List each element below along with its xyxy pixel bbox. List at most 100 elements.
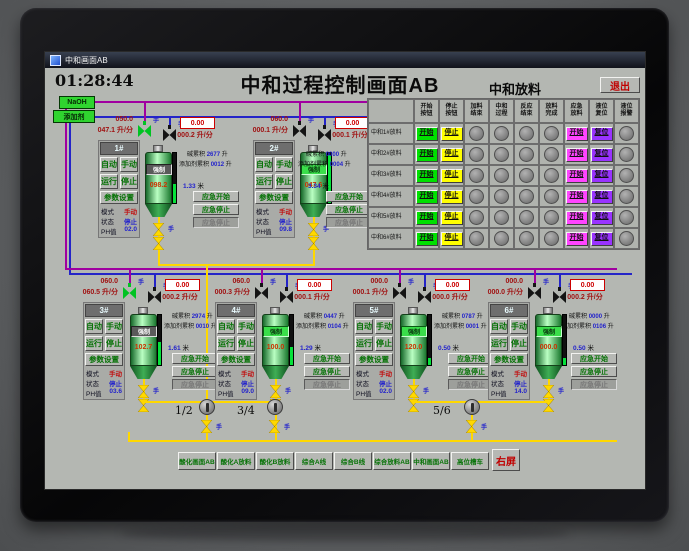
info-value: 停止 <box>379 381 392 388</box>
emergency-stop-button[interactable]: 应急停止 <box>571 366 617 377</box>
run-button[interactable]: 运行 <box>85 336 103 351</box>
auto-button[interactable]: 自动 <box>85 319 103 334</box>
stop-button[interactable]: 停止 <box>237 336 255 351</box>
run-button[interactable]: 运行 <box>490 336 508 351</box>
manual-button[interactable]: 手动 <box>120 157 138 172</box>
reactor-control-panel: 2# 自动 手动 运行 停止 参数设置 模式 手动 状态 停止 PH值 09.8 <box>253 140 295 238</box>
start-button[interactable]: 开始 <box>415 126 438 141</box>
emergency-start-button[interactable]: 应急开始 <box>571 353 617 364</box>
info-label: 模式 <box>356 371 369 378</box>
tank-level-text: 1.29 米 <box>300 342 321 352</box>
table-row: 中和1#放料 开始 停止 开始 复位 <box>368 123 639 144</box>
start-button[interactable]: 开始 <box>415 189 438 204</box>
stop-button[interactable]: 停止 <box>440 126 463 141</box>
nav-button[interactable]: 综合放料AB <box>373 452 411 470</box>
manual-button[interactable]: 手动 <box>510 319 528 334</box>
nav-button[interactable]: 酸化A放料 <box>217 452 255 470</box>
level-reset-button[interactable]: 复位 <box>590 168 613 183</box>
emergency-discharge-button[interactable]: 开始 <box>565 231 588 246</box>
discharge-valve-icon[interactable] <box>307 236 320 251</box>
emergency-discharge-button[interactable]: 开始 <box>565 189 588 204</box>
manual-button[interactable]: 手动 <box>275 157 293 172</box>
naoh-valve-icon[interactable] <box>528 283 541 299</box>
naoh-valve-icon[interactable] <box>138 121 151 137</box>
tank-body <box>262 314 289 366</box>
level-reset-button[interactable]: 复位 <box>590 210 613 225</box>
emergency-stop-button[interactable]: 应急停止 <box>326 204 372 215</box>
header-line2: 报警 <box>620 111 633 117</box>
emergency-stop-button-disabled[interactable]: 应急停止 <box>326 217 372 228</box>
level-reset-button[interactable]: 复位 <box>590 189 613 204</box>
emergency-start-button[interactable]: 应急开始 <box>326 191 372 202</box>
nav-button[interactable]: 中和画面AB <box>412 452 450 470</box>
tank-level-text: 3.34 米 <box>308 180 329 190</box>
nav-button[interactable]: 综合B线 <box>334 452 372 470</box>
manual-valve-label: 手 <box>408 280 415 286</box>
run-button[interactable]: 运行 <box>355 336 373 351</box>
stop-button[interactable]: 停止 <box>275 174 293 189</box>
level-reset-button[interactable]: 复位 <box>590 147 613 162</box>
nav-button[interactable]: 酸化画面AB <box>178 452 216 470</box>
stop-button[interactable]: 停止 <box>440 147 463 162</box>
emergency-discharge-button[interactable]: 开始 <box>565 168 588 183</box>
additive-flow-setpoint: 0.00 <box>335 117 370 129</box>
manual-button[interactable]: 手动 <box>105 319 123 334</box>
flow-unit: 升/分 <box>586 294 603 301</box>
stop-button[interactable]: 停止 <box>440 168 463 183</box>
manual-button[interactable]: 手动 <box>375 319 393 334</box>
manual-button[interactable]: 手动 <box>237 319 255 334</box>
params-button[interactable]: 参数设置 <box>85 353 123 366</box>
stop-button[interactable]: 停止 <box>375 336 393 351</box>
stop-button[interactable]: 停止 <box>510 336 528 351</box>
emergency-stop-button-disabled[interactable]: 应急停止 <box>571 379 617 390</box>
level-reset-button[interactable]: 复位 <box>590 126 613 141</box>
nav-button[interactable]: 酸化B放料 <box>256 452 294 470</box>
emergency-discharge-button[interactable]: 开始 <box>565 147 588 162</box>
discharge-valve-icon[interactable] <box>152 236 165 251</box>
auto-button[interactable]: 自动 <box>217 319 235 334</box>
header-line1: 反应 <box>520 104 533 111</box>
additive-left-drop <box>69 116 71 275</box>
info-label: 状态 <box>101 219 114 226</box>
naoh-valve-icon[interactable] <box>393 283 406 299</box>
params-button[interactable]: 参数设置 <box>255 191 293 204</box>
nav-button[interactable]: 综合A线 <box>295 452 333 470</box>
stop-button[interactable]: 停止 <box>440 189 463 204</box>
stop-button[interactable]: 停止 <box>105 336 123 351</box>
auto-button[interactable]: 自动 <box>100 157 118 172</box>
auto-button[interactable]: 自动 <box>355 319 373 334</box>
start-button[interactable]: 开始 <box>415 147 438 162</box>
stop-button[interactable]: 停止 <box>120 174 138 189</box>
stop-button[interactable]: 停止 <box>440 231 463 246</box>
naoh-valve-icon[interactable] <box>255 283 268 299</box>
pump-discharge-valve-icon[interactable] <box>268 419 281 434</box>
params-button[interactable]: 参数设置 <box>490 353 528 366</box>
pump-discharge-valve-icon[interactable] <box>465 419 478 434</box>
level-reset-button[interactable]: 复位 <box>590 231 613 246</box>
table-cell <box>489 186 514 207</box>
right-screen-button[interactable]: 右屏 <box>492 449 520 471</box>
emergency-discharge-button[interactable]: 开始 <box>565 126 588 141</box>
nav-button[interactable]: 高位槽车 <box>451 452 489 470</box>
run-button[interactable]: 运行 <box>217 336 235 351</box>
start-button[interactable]: 开始 <box>415 231 438 246</box>
params-button[interactable]: 参数设置 <box>217 353 255 366</box>
naoh-valve-icon[interactable] <box>293 121 306 137</box>
params-button[interactable]: 参数设置 <box>355 353 393 366</box>
auto-button[interactable]: 自动 <box>490 319 508 334</box>
emergency-discharge-button[interactable]: 开始 <box>565 210 588 225</box>
exit-button[interactable]: 退出 <box>600 77 640 93</box>
table-row: 中和5#放料 开始 停止 开始 复位 <box>368 207 639 228</box>
stop-button[interactable]: 停止 <box>440 210 463 225</box>
start-button[interactable]: 开始 <box>415 168 438 183</box>
auto-button[interactable]: 自动 <box>255 157 273 172</box>
naoh-valve-icon[interactable] <box>123 283 136 299</box>
start-button[interactable]: 开始 <box>415 210 438 225</box>
level-value: 3.34 <box>308 183 321 190</box>
run-button[interactable]: 运行 <box>100 174 118 189</box>
run-button[interactable]: 运行 <box>255 174 273 189</box>
info-label: PH值 <box>256 229 272 236</box>
params-button[interactable]: 参数设置 <box>100 191 138 204</box>
pump-discharge-valve-icon[interactable] <box>200 419 213 434</box>
window-titlebar: 中和画面AB <box>45 52 645 68</box>
